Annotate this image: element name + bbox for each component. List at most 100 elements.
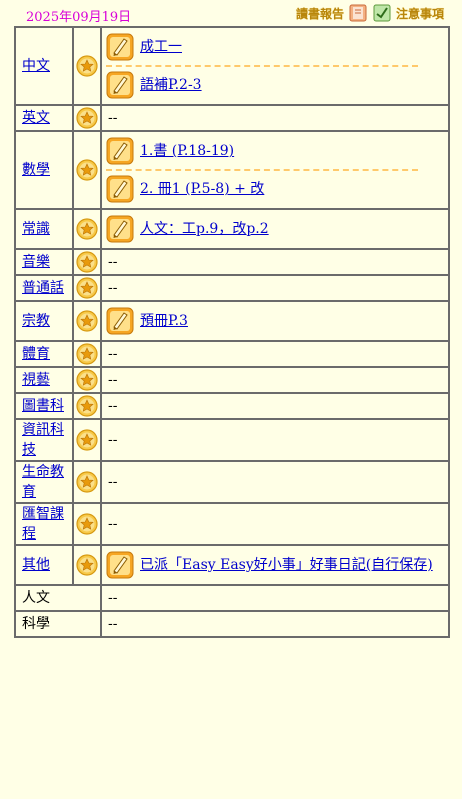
subject-name[interactable]: 英文 <box>22 110 50 126</box>
subject-row: 圖書科 -- <box>14 392 450 420</box>
star-icon[interactable] <box>76 429 98 451</box>
subject-name[interactable]: 宗教 <box>22 313 50 329</box>
subject-cell: 其他 <box>14 544 74 586</box>
no-homework-text: -- <box>108 110 118 126</box>
subject-row: 普通話 -- <box>14 274 450 302</box>
subject-cell: 數學 <box>14 130 74 210</box>
star-icon[interactable] <box>76 159 98 181</box>
pencil-icon[interactable] <box>106 137 134 165</box>
pencil-icon[interactable] <box>106 175 134 203</box>
subject-cell: 英文 <box>14 104 74 132</box>
subject-name[interactable]: 普通話 <box>22 280 64 296</box>
star-cell <box>72 300 102 342</box>
homework-item: 人文：工p.9，改p.2 <box>106 214 444 244</box>
star-cell <box>72 340 102 368</box>
no-homework-text: -- <box>108 474 118 490</box>
subject-name[interactable]: 生命教育 <box>22 464 64 500</box>
homework-cell: 1.書 (P.18-19) 2. 冊1 (P.5-8) + 改 <box>100 130 450 210</box>
subject-row: 生命教育 -- <box>14 460 450 504</box>
subject-cell: 資訊科技 <box>14 418 74 462</box>
star-icon[interactable] <box>76 251 98 273</box>
subject-cell: 科學 <box>14 610 102 638</box>
subject-row: 視藝 -- <box>14 366 450 394</box>
subject-name[interactable]: 中文 <box>22 58 50 74</box>
homework-link[interactable]: 2. 冊1 (P.5-8) + 改 <box>140 179 264 199</box>
homework-cell: -- <box>100 392 450 420</box>
pencil-icon[interactable] <box>106 551 134 579</box>
homework-cell: 預冊P.3 <box>100 300 450 342</box>
notice-icon[interactable] <box>372 3 392 23</box>
subject-name[interactable]: 數學 <box>22 162 50 178</box>
star-icon[interactable] <box>76 218 98 240</box>
book-icon[interactable] <box>348 3 368 23</box>
top-bar: 2025年09月19日 讀書報告 注意事項 <box>0 0 462 26</box>
subject-name[interactable]: 圖書科 <box>22 398 64 414</box>
star-cell <box>72 392 102 420</box>
homework-item: 預冊P.3 <box>106 306 444 336</box>
subject-cell: 圖書科 <box>14 392 74 420</box>
no-homework-text: -- <box>108 346 118 362</box>
pencil-icon[interactable] <box>106 71 134 99</box>
homework-cell: 人文：工p.9，改p.2 <box>100 208 450 250</box>
subject-name: 人文 <box>22 590 50 606</box>
homework-cell: -- <box>100 610 450 638</box>
top-links: 讀書報告 注意事項 <box>296 3 444 23</box>
homework-cell: -- <box>100 104 450 132</box>
star-icon[interactable] <box>76 55 98 77</box>
no-homework-text: -- <box>108 616 118 632</box>
homework-link[interactable]: 1.書 (P.18-19) <box>140 141 234 161</box>
star-cell <box>72 418 102 462</box>
star-icon[interactable] <box>76 277 98 299</box>
homework-cell: -- <box>100 584 450 612</box>
homework-link[interactable]: 人文：工p.9，改p.2 <box>140 219 269 239</box>
star-cell <box>72 366 102 394</box>
subject-name[interactable]: 視藝 <box>22 372 50 388</box>
star-icon[interactable] <box>76 343 98 365</box>
pencil-icon[interactable] <box>106 33 134 61</box>
subject-name[interactable]: 資訊科技 <box>22 422 64 458</box>
subject-cell: 人文 <box>14 584 102 612</box>
subject-name[interactable]: 音樂 <box>22 254 50 270</box>
homework-cell: -- <box>100 340 450 368</box>
subject-cell: 宗教 <box>14 300 74 342</box>
notice-link[interactable]: 注意事項 <box>396 5 444 22</box>
homework-cell: -- <box>100 418 450 462</box>
star-icon[interactable] <box>76 369 98 391</box>
homework-link[interactable]: 成工一 <box>140 37 182 57</box>
no-homework-text: -- <box>108 432 118 448</box>
subject-name: 科學 <box>22 616 50 632</box>
homework-cell: -- <box>100 248 450 276</box>
subject-row: 體育 -- <box>14 340 450 368</box>
homework-cell: 成工一語補P.2-3 <box>100 26 450 106</box>
star-icon[interactable] <box>76 107 98 129</box>
homework-item: 語補P.2-3 <box>106 65 418 100</box>
star-icon[interactable] <box>76 310 98 332</box>
pencil-icon[interactable] <box>106 215 134 243</box>
star-cell <box>72 248 102 276</box>
homework-link[interactable]: 已派「Easy Easy好小事」好事日記(自行保存) <box>140 555 433 575</box>
star-icon[interactable] <box>76 395 98 417</box>
reading-report-link[interactable]: 讀書報告 <box>296 5 344 22</box>
subject-row: 人文 -- <box>14 584 450 612</box>
homework-item: 已派「Easy Easy好小事」好事日記(自行保存) <box>106 550 444 580</box>
star-icon[interactable] <box>76 554 98 576</box>
homework-table: 中文 成工一語補P.2-3 英文 -- 數學 1.書 (P.18-19) 2. 冊1 (P.… <box>14 26 450 638</box>
star-cell <box>72 544 102 586</box>
star-cell <box>72 502 102 546</box>
subject-name[interactable]: 常識 <box>22 221 50 237</box>
homework-link[interactable]: 預冊P.3 <box>140 311 188 331</box>
star-icon[interactable] <box>76 513 98 535</box>
no-homework-text: -- <box>108 516 118 532</box>
homework-link[interactable]: 語補P.2-3 <box>140 75 202 95</box>
subject-name[interactable]: 體育 <box>22 346 50 362</box>
subject-name[interactable]: 匯智課程 <box>22 506 64 542</box>
pencil-icon[interactable] <box>106 307 134 335</box>
subject-cell: 音樂 <box>14 248 74 276</box>
star-cell <box>72 208 102 250</box>
homework-cell: -- <box>100 366 450 394</box>
subject-row: 常識 人文：工p.9，改p.2 <box>14 208 450 250</box>
star-icon[interactable] <box>76 471 98 493</box>
subject-cell: 視藝 <box>14 366 74 394</box>
subject-name[interactable]: 其他 <box>22 557 50 573</box>
no-homework-text: -- <box>108 254 118 270</box>
